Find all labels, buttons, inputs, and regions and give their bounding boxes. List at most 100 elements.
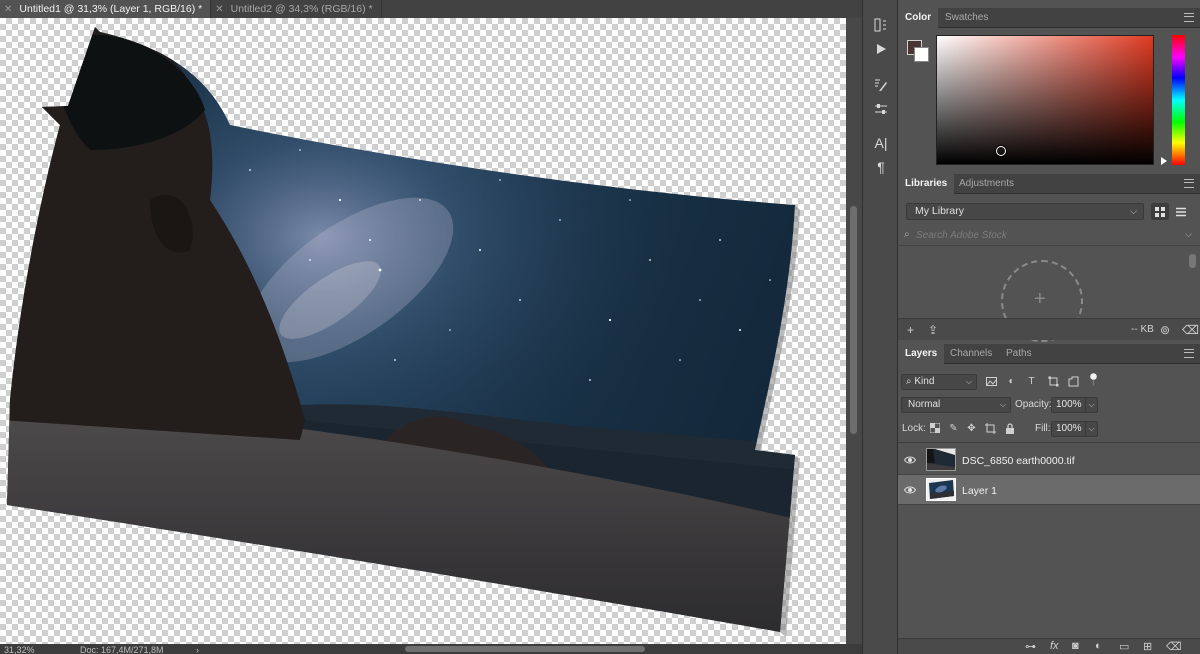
- document-tab-untitled2[interactable]: ✕ Untitled2 @ 34,3% (RGB/16) *: [211, 0, 382, 18]
- tab-libraries[interactable]: Libraries: [898, 174, 955, 194]
- search-icon: ⌕: [904, 229, 910, 240]
- document-tab-untitled1[interactable]: ✕ Untitled1 @ 31,3% (Layer 1, RGB/16) *: [0, 0, 212, 18]
- cloud-sync-icon[interactable]: ⊚: [1160, 323, 1170, 337]
- libraries-panel-header: Libraries Adjustments: [898, 174, 1200, 194]
- lock-position-icon[interactable]: ✥: [966, 423, 977, 434]
- color-panel-header: Color Swatches: [898, 8, 1200, 28]
- mask-icon[interactable]: ◙: [1072, 640, 1079, 652]
- brush-settings-icon[interactable]: [872, 76, 890, 94]
- add-element-icon[interactable]: +: [907, 323, 914, 337]
- stock-search-row: ⌕ Search Adobe Stock ⌵: [898, 226, 1200, 246]
- fill-dropdown[interactable]: ⌵: [1085, 421, 1098, 437]
- canvas-vertical-scrollbar[interactable]: [846, 18, 862, 644]
- blend-opacity-row: Normal ⌵ Opacity: 100% ⌵: [898, 394, 1200, 416]
- paragraph-icon[interactable]: ¶: [872, 158, 890, 176]
- fill-input[interactable]: 100%: [1051, 421, 1089, 437]
- document-tab-label: Untitled2 @ 34,3% (RGB/16) *: [230, 3, 373, 15]
- pixel-filter-icon[interactable]: [986, 376, 997, 387]
- document-tab-label: Untitled1 @ 31,3% (Layer 1, RGB/16) *: [19, 3, 203, 15]
- library-select-value: My Library: [915, 205, 965, 217]
- chevron-down-icon: ⌵: [965, 377, 972, 386]
- tab-adjustments[interactable]: Adjustments: [952, 174, 1021, 194]
- libraries-scroll-thumb[interactable]: [1189, 254, 1196, 268]
- trash-icon[interactable]: ⌫: [1182, 323, 1199, 337]
- new-layer-icon[interactable]: ⊞: [1143, 640, 1152, 653]
- document-size: Doc: 167,4M/271,8M: [80, 645, 164, 654]
- add-icon[interactable]: +: [1034, 288, 1046, 311]
- adjustment-layer-icon[interactable]: ◐: [1095, 640, 1102, 652]
- lock-transparent-icon[interactable]: [929, 422, 940, 434]
- layer-name: Layer 1: [962, 485, 998, 497]
- hue-slider-arrow[interactable]: [1161, 157, 1167, 165]
- stock-search-input[interactable]: Search Adobe Stock: [916, 230, 1007, 241]
- grid-view-icon[interactable]: [1151, 203, 1169, 220]
- layers-panel: Layers Channels Paths ⌕ Kind ⌵ ◐ T Norma…: [898, 344, 1200, 654]
- visibility-eye-icon[interactable]: [904, 454, 916, 466]
- close-tab-icon[interactable]: ✕: [215, 4, 223, 15]
- right-panels: Color Swatches Libraries Adjustments My …: [898, 0, 1200, 654]
- filter-kind-select[interactable]: ⌕ Kind ⌵: [901, 374, 977, 390]
- smart-object-filter-icon[interactable]: [1068, 376, 1079, 387]
- tab-channels[interactable]: Channels: [943, 344, 999, 364]
- adjustment-filter-icon[interactable]: ◐: [1006, 376, 1017, 387]
- panel-menu-icon[interactable]: [1184, 13, 1194, 22]
- color-panel: Color Swatches: [898, 0, 1200, 170]
- horizontal-scroll-thumb[interactable]: [405, 646, 645, 652]
- group-icon[interactable]: ▭: [1119, 640, 1129, 653]
- lock-artboard-icon[interactable]: [985, 423, 996, 434]
- lock-image-icon[interactable]: ✎: [948, 423, 959, 434]
- shape-filter-icon[interactable]: [1048, 376, 1059, 387]
- layer-thumbnail: [926, 448, 956, 471]
- layers-panel-header: Layers Channels Paths: [898, 344, 1200, 364]
- visibility-eye-icon[interactable]: [904, 484, 916, 496]
- chevron-down-icon[interactable]: ⌵: [1185, 229, 1192, 240]
- close-tab-icon[interactable]: ✕: [4, 4, 12, 15]
- lock-label: Lock:: [902, 423, 926, 434]
- link-icon[interactable]: ⊶: [1025, 640, 1036, 653]
- fill-label: Fill:: [1035, 423, 1051, 434]
- tab-color[interactable]: Color: [898, 8, 939, 28]
- status-bar: 31,32% Doc: 167,4M/271,8M ›: [0, 644, 862, 654]
- character-icon[interactable]: A|: [872, 134, 890, 152]
- trash-icon[interactable]: ⌫: [1166, 640, 1182, 653]
- color-picker-cursor[interactable]: [996, 146, 1006, 156]
- document-tab-bar: ✕ Untitled1 @ 31,3% (Layer 1, RGB/16) * …: [0, 0, 862, 18]
- document-canvas[interactable]: [0, 18, 846, 644]
- type-filter-icon[interactable]: T: [1026, 376, 1037, 387]
- library-select[interactable]: My Library ⌵: [906, 203, 1144, 220]
- filter-toggle-icon[interactable]: [1088, 373, 1099, 386]
- tab-layers[interactable]: Layers: [898, 344, 945, 364]
- layer-row-layer-1[interactable]: Layer 1: [898, 475, 1200, 505]
- zoom-level[interactable]: 31,32%: [4, 645, 35, 654]
- color-picker-field[interactable]: [936, 35, 1154, 165]
- lock-fill-row: Lock: ✎ ✥ Fill: 100% ⌵: [898, 418, 1200, 440]
- fx-icon[interactable]: fx: [1050, 640, 1059, 652]
- layer-row-dsc-6850[interactable]: DSC_6850 earth0000.tif: [898, 445, 1200, 475]
- upload-icon[interactable]: ⇪: [928, 323, 938, 337]
- lock-all-icon[interactable]: [1004, 423, 1015, 434]
- properties-icon[interactable]: [872, 100, 890, 118]
- search-icon: ⌕: [906, 376, 912, 387]
- blend-mode-select[interactable]: Normal ⌵: [901, 397, 1011, 413]
- warped-night-sky-photo: [7, 27, 800, 637]
- layer-list: DSC_6850 earth0000.tif Layer 1: [898, 442, 1200, 622]
- panel-menu-icon[interactable]: [1184, 179, 1194, 188]
- play-icon[interactable]: [872, 40, 890, 58]
- tab-paths[interactable]: Paths: [999, 344, 1039, 364]
- blend-mode-value: Normal: [908, 399, 941, 410]
- scroll-thumb[interactable]: [850, 206, 857, 434]
- panel-menu-icon[interactable]: [1184, 349, 1194, 358]
- layer-thumbnail: [926, 478, 956, 501]
- opacity-input[interactable]: 100%: [1051, 397, 1089, 413]
- background-color-swatch[interactable]: [914, 47, 929, 62]
- layer-name: DSC_6850 earth0000.tif: [962, 455, 1075, 467]
- chevron-down-icon: ⌵: [999, 400, 1006, 409]
- opacity-dropdown[interactable]: ⌵: [1085, 397, 1098, 413]
- status-menu-arrow[interactable]: ›: [196, 645, 199, 654]
- libraries-footer: + ⇪ -- KB ⊚ ⌫: [898, 318, 1200, 340]
- hue-slider[interactable]: [1172, 35, 1185, 165]
- tab-swatches[interactable]: Swatches: [938, 8, 995, 28]
- libraries-panel: Libraries Adjustments My Library ⌵ ⌕ Sea…: [898, 174, 1200, 342]
- history-icon[interactable]: [872, 16, 890, 34]
- list-view-icon[interactable]: [1172, 203, 1190, 220]
